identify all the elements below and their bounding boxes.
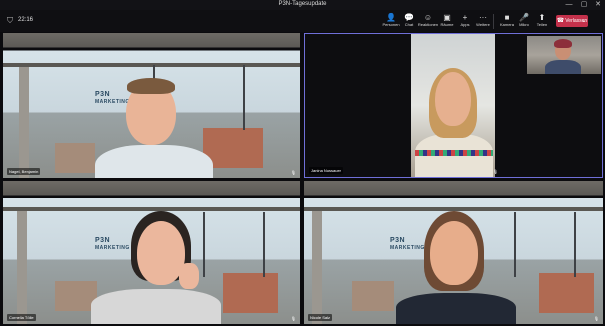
- self-hair: [554, 39, 572, 48]
- pillar: [17, 211, 27, 324]
- meeting-timer: 22:16: [18, 17, 34, 23]
- video-tile[interactable]: P3N MARKETING Nicole Salz 🎙: [304, 181, 603, 324]
- self-view[interactable]: [527, 36, 601, 74]
- participant-head: [137, 221, 185, 285]
- ceiling-beam: [3, 207, 300, 211]
- participant-name: Janina Nussauer: [309, 167, 344, 174]
- ceiling-beam: [3, 63, 300, 67]
- participant-hand: [179, 263, 199, 289]
- leave-dropdown-icon[interactable]: ⌄: [580, 15, 588, 27]
- window-title: P3N-Tagesupdate: [278, 1, 327, 7]
- window-frame: [203, 212, 205, 277]
- brand-sign-line2: MARKETING: [95, 99, 130, 105]
- brand-sign-line1: P3N: [95, 237, 111, 244]
- brand-sign-line2: MARKETING: [390, 245, 425, 251]
- window-frame: [263, 212, 265, 277]
- close-window-button[interactable]: ✕: [591, 0, 605, 10]
- pillar: [312, 211, 322, 324]
- participant-name: Nagel, Benjamin: [7, 168, 41, 175]
- brand-sign-line1: P3N: [390, 237, 406, 244]
- brand-sign: P3N MARKETING: [390, 237, 425, 251]
- participant-name: Cornelia Tölle: [7, 314, 36, 321]
- shield-icon: ⛉: [7, 16, 13, 25]
- mic-status-icon: 🎙: [492, 169, 498, 174]
- participant-hair: [127, 78, 175, 94]
- share-label: Teilen: [536, 22, 548, 27]
- participant-body: [396, 293, 516, 324]
- brand-sign-line2: MARKETING: [95, 245, 130, 251]
- sweater-pattern: [415, 150, 493, 156]
- brand-sign-line1: P3N: [95, 91, 111, 98]
- more-button[interactable]: ··· Weitere: [472, 13, 494, 31]
- mic-status-icon: 🎙: [290, 170, 296, 175]
- building: [55, 143, 95, 173]
- pillar: [19, 67, 29, 178]
- phone-hangup-icon: ☎: [556, 18, 565, 24]
- window-frame: [514, 212, 516, 277]
- video-tile[interactable]: P3N MARKETING Cornelia Tölle 🎙: [3, 181, 300, 324]
- minimize-button[interactable]: —: [562, 0, 576, 10]
- participant-camera-view: [411, 34, 495, 177]
- mic-status-icon: 🎙: [290, 316, 296, 321]
- brand-sign: P3N MARKETING: [95, 91, 130, 105]
- video-tile[interactable]: P3N MARKETING Nagel, Benjamin 🎙: [3, 33, 300, 178]
- window-frame: [243, 64, 245, 131]
- share-icon: ⬆: [538, 13, 546, 22]
- more-icon: ···: [479, 13, 487, 22]
- maximize-button[interactable]: ▢: [577, 0, 591, 10]
- building: [539, 273, 594, 313]
- participant-body: [415, 134, 493, 177]
- participant-body: [95, 145, 213, 178]
- window-frame: [574, 212, 576, 277]
- participant-head: [430, 221, 478, 285]
- toolbar-divider: [493, 14, 494, 29]
- self-body: [545, 60, 581, 74]
- more-label: Weitere: [476, 22, 490, 27]
- brand-sign: P3N MARKETING: [95, 237, 130, 251]
- participant-head: [435, 72, 471, 126]
- building: [352, 281, 394, 311]
- participant-name: Nicole Salz: [308, 314, 333, 321]
- participant-body: [91, 289, 221, 324]
- share-button[interactable]: ⬆ Teilen: [531, 13, 553, 31]
- mic-status-icon: 🎙: [593, 316, 599, 321]
- building: [223, 273, 278, 313]
